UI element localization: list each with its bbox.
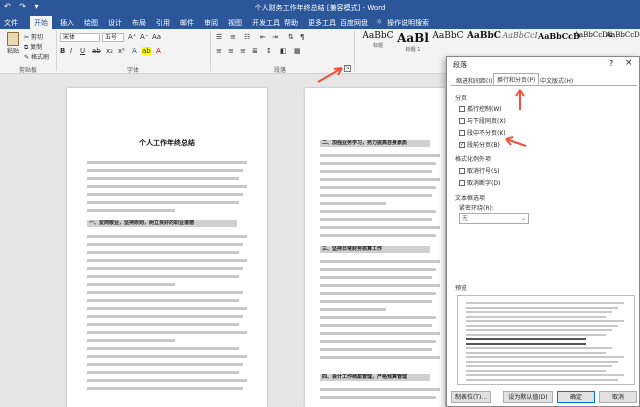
arrow-to-page-break-checkbox: [505, 136, 527, 147]
annotation-arrows: [317, 67, 527, 147]
arrow-to-dialog-launcher: [317, 67, 343, 83]
arrow-to-line-page-tab: [515, 89, 525, 110]
